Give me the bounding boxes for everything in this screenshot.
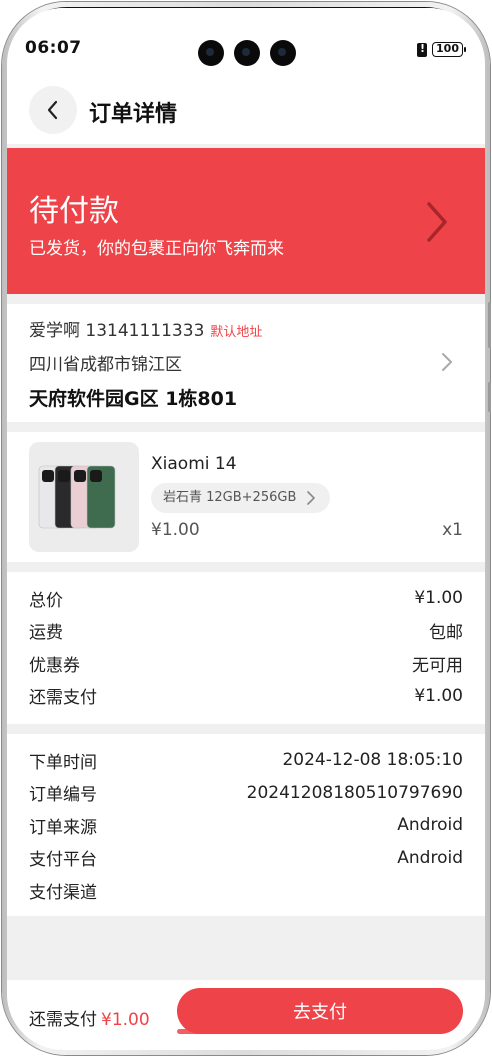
info-value: 2024-12-08 18:05:10 bbox=[282, 750, 463, 771]
product-quantity: x1 bbox=[442, 520, 463, 540]
back-button[interactable] bbox=[29, 86, 77, 134]
order-status-subtitle: 已发货，你的包裹正向你飞奔而来 bbox=[29, 239, 284, 259]
cost-label: 总价 bbox=[29, 590, 63, 611]
address-detail: 天府软件园G区 1栋801 bbox=[29, 388, 238, 410]
cost-label: 还需支付 bbox=[29, 688, 97, 709]
info-row-order-number: 订单编号 20241208180510797690 bbox=[29, 777, 463, 810]
product-name: Xiaomi 14 bbox=[151, 454, 237, 474]
cost-label: 优惠券 bbox=[29, 655, 80, 676]
product-image bbox=[29, 442, 139, 552]
chevron-right-icon bbox=[442, 353, 452, 371]
status-icons: 100 bbox=[417, 42, 466, 57]
product-spec-selector[interactable]: 岩石青 12GB+256GB bbox=[151, 483, 331, 513]
info-label: 下单时间 bbox=[29, 752, 97, 773]
info-row-order-source: 订单来源 Android bbox=[29, 809, 463, 842]
pay-button[interactable]: 去支付 bbox=[177, 988, 463, 1034]
product-price: ¥1.00 bbox=[151, 520, 200, 540]
info-row-order-time: 下单时间 2024-12-08 18:05:10 bbox=[29, 744, 463, 777]
product-phone-illustration bbox=[86, 465, 116, 529]
cost-value: ¥1.00 bbox=[414, 588, 463, 609]
info-row-pay-channel: 支付渠道 bbox=[29, 874, 463, 907]
cost-row-shipping: 运费 包邮 bbox=[29, 615, 463, 648]
cost-value: 包邮 bbox=[429, 623, 463, 644]
due-summary: 还需支付 ¥1.00 bbox=[29, 1005, 150, 1030]
volume-button bbox=[488, 302, 491, 348]
page-title: 订单详情 bbox=[89, 102, 178, 127]
order-info: 下单时间 2024-12-08 18:05:10 订单编号 2024120818… bbox=[7, 734, 485, 916]
battery-icon: 100 bbox=[432, 42, 466, 57]
cost-row-total: 总价 ¥1.00 bbox=[29, 582, 463, 615]
chevron-right-icon bbox=[427, 202, 447, 242]
info-label: 支付渠道 bbox=[29, 882, 97, 903]
chevron-left-icon bbox=[47, 100, 58, 120]
recipient-line: 爱学啊 13141111333 默认地址 bbox=[29, 316, 262, 341]
info-row-pay-platform: 支付平台 Android bbox=[29, 842, 463, 875]
info-label: 订单来源 bbox=[29, 817, 97, 838]
address-region: 四川省成都市锦江区 bbox=[29, 355, 182, 375]
product-spec: 岩石青 12GB+256GB bbox=[163, 490, 297, 505]
info-label: 支付平台 bbox=[29, 850, 97, 871]
camera-dot-icon bbox=[270, 40, 296, 66]
phone-frame: 06:07 100 订单详情 待付款 已发货，你的包裹正向你飞奔而来 bbox=[2, 2, 491, 1055]
cost-value: ¥1.00 bbox=[414, 685, 463, 706]
camera-dot-icon bbox=[234, 40, 260, 66]
due-amount: ¥1.00 bbox=[101, 1010, 150, 1030]
product-card[interactable]: Xiaomi 14 岩石青 12GB+256GB ¥1.00 x1 bbox=[7, 432, 485, 562]
camera-dot-icon bbox=[198, 40, 224, 66]
bottom-pay-bar: 还需支付 ¥1.00 去支付 bbox=[7, 980, 485, 1050]
order-status-title: 待付款 bbox=[29, 194, 119, 229]
info-value: Android bbox=[397, 815, 463, 836]
shipping-address-card[interactable]: 爱学啊 13141111333 默认地址 四川省成都市锦江区 天府软件园G区 1… bbox=[7, 304, 485, 422]
default-address-tag: 默认地址 bbox=[210, 325, 263, 340]
power-button bbox=[488, 382, 491, 412]
status-bar: 06:07 100 bbox=[7, 8, 485, 78]
home-indicator[interactable] bbox=[177, 1029, 323, 1034]
info-value: Android bbox=[397, 847, 463, 868]
info-value: 20241208180510797690 bbox=[246, 782, 463, 803]
cost-value: 无可用 bbox=[412, 655, 463, 676]
due-label: 还需支付 bbox=[29, 1010, 97, 1030]
screen: 06:07 100 订单详情 待付款 已发货，你的包裹正向你飞奔而来 bbox=[7, 8, 485, 1050]
header: 订单详情 bbox=[7, 78, 485, 144]
order-status-banner[interactable]: 待付款 已发货，你的包裹正向你飞奔而来 bbox=[7, 148, 485, 294]
recipient-name-phone: 爱学啊 13141111333 bbox=[29, 321, 205, 341]
cost-row-coupon[interactable]: 优惠券 无可用 bbox=[29, 647, 463, 680]
battery-level: 100 bbox=[436, 42, 459, 55]
status-time: 06:07 bbox=[25, 38, 82, 58]
cost-summary: 总价 ¥1.00 运费 包邮 优惠券 无可用 还需支付 ¥1.00 bbox=[7, 572, 485, 724]
cost-label: 运费 bbox=[29, 623, 63, 644]
info-label: 订单编号 bbox=[29, 785, 97, 806]
cost-row-due: 还需支付 ¥1.00 bbox=[29, 680, 463, 713]
chevron-right-icon bbox=[307, 491, 316, 505]
sim-alert-icon bbox=[417, 42, 428, 57]
